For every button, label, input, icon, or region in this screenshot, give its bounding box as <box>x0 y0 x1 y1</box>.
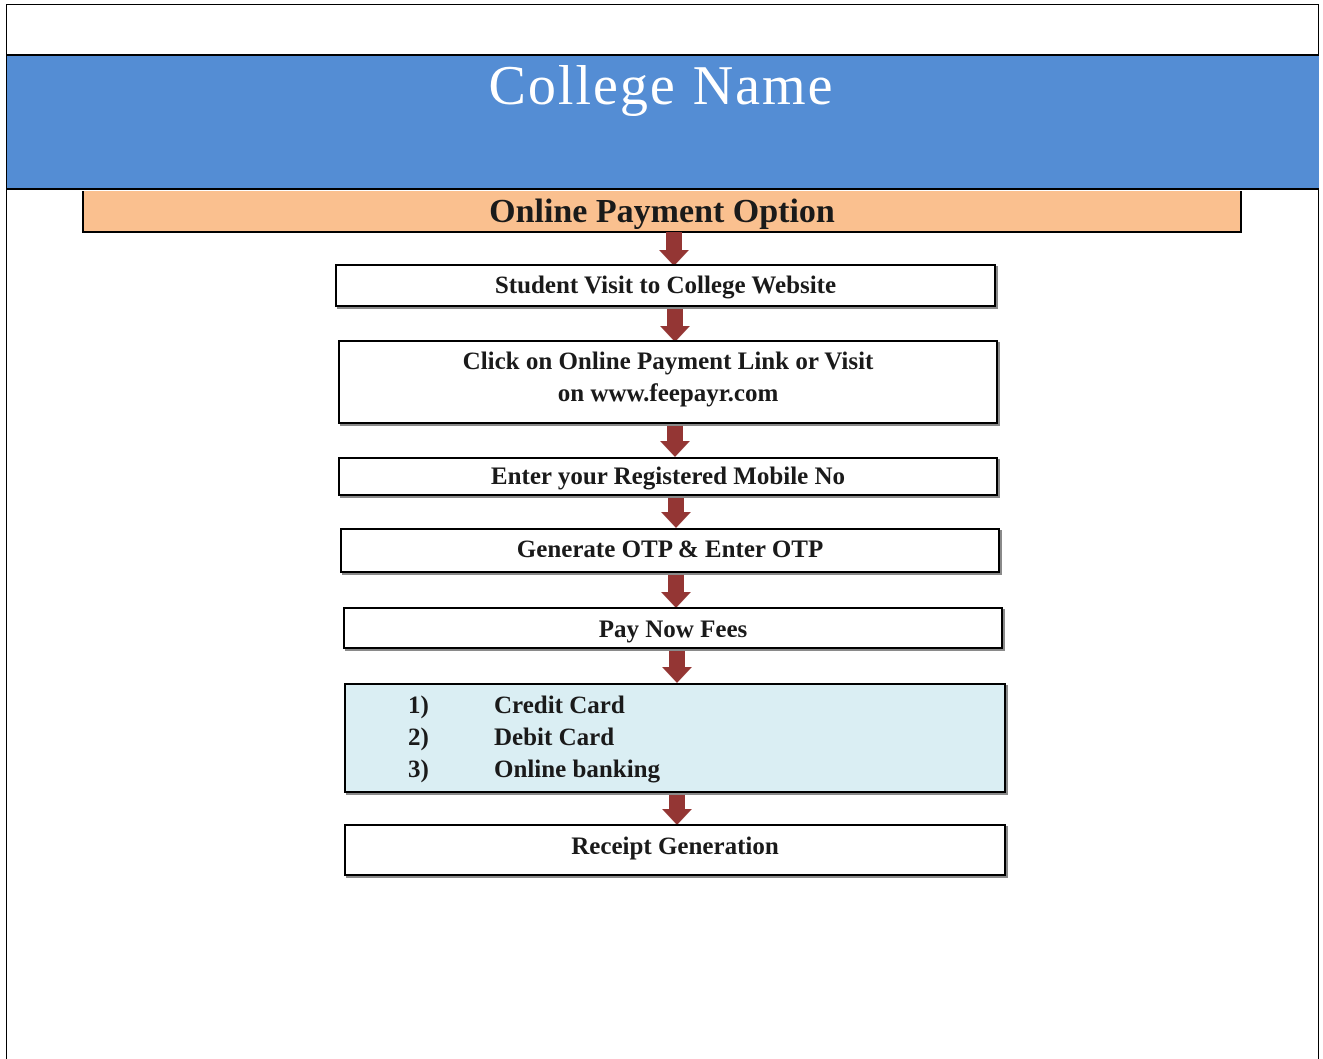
step-generate-otp: Generate OTP & Enter OTP <box>340 528 1000 573</box>
step-click-payment-link: Click on Online Payment Link or Visit on… <box>338 340 998 424</box>
arrow-down-icon <box>661 572 691 608</box>
option-debit-card: 2) Debit Card <box>408 722 614 754</box>
step-label: Student Visit to College Website <box>494 272 837 299</box>
step-enter-mobile: Enter your Registered Mobile No <box>338 457 998 496</box>
arrow-down-icon <box>661 495 691 528</box>
step-label: Generate OTP & Enter OTP <box>516 536 824 563</box>
step-receipt-generation: Receipt Generation <box>344 824 1006 876</box>
option-label: Debit Card <box>494 724 615 751</box>
option-online-banking: 3) Online banking <box>408 754 660 786</box>
option-number: 1) <box>408 692 429 719</box>
step-label: Receipt Generation <box>571 833 779 860</box>
payment-options-box: 1) Credit Card 2) Debit Card 3) Online bank… <box>344 683 1006 793</box>
option-label: Credit Card <box>494 692 625 719</box>
college-name: College Name <box>488 55 835 117</box>
option-number: 3) <box>408 756 429 783</box>
step-label: Pay Now Fees <box>598 616 748 643</box>
arrow-down-icon <box>660 424 690 457</box>
arrow-down-icon <box>662 648 692 683</box>
arrow-down-icon <box>662 791 692 825</box>
option-credit-card: 1) Credit Card <box>408 690 625 722</box>
step-label: Click on Online Payment Link or Visit <box>462 348 874 375</box>
step-pay-now: Pay Now Fees <box>343 607 1003 649</box>
arrow-down-icon <box>659 232 689 266</box>
step-label: Enter your Registered Mobile No <box>490 463 846 490</box>
option-label: Online banking <box>494 756 661 783</box>
arrow-down-icon <box>660 306 690 342</box>
option-number: 2) <box>408 724 429 751</box>
step-visit-website: Student Visit to College Website <box>335 264 996 307</box>
flow-title: Online Payment Option <box>82 191 1242 233</box>
step-label-continued: on www.feepayr.com <box>557 380 779 407</box>
